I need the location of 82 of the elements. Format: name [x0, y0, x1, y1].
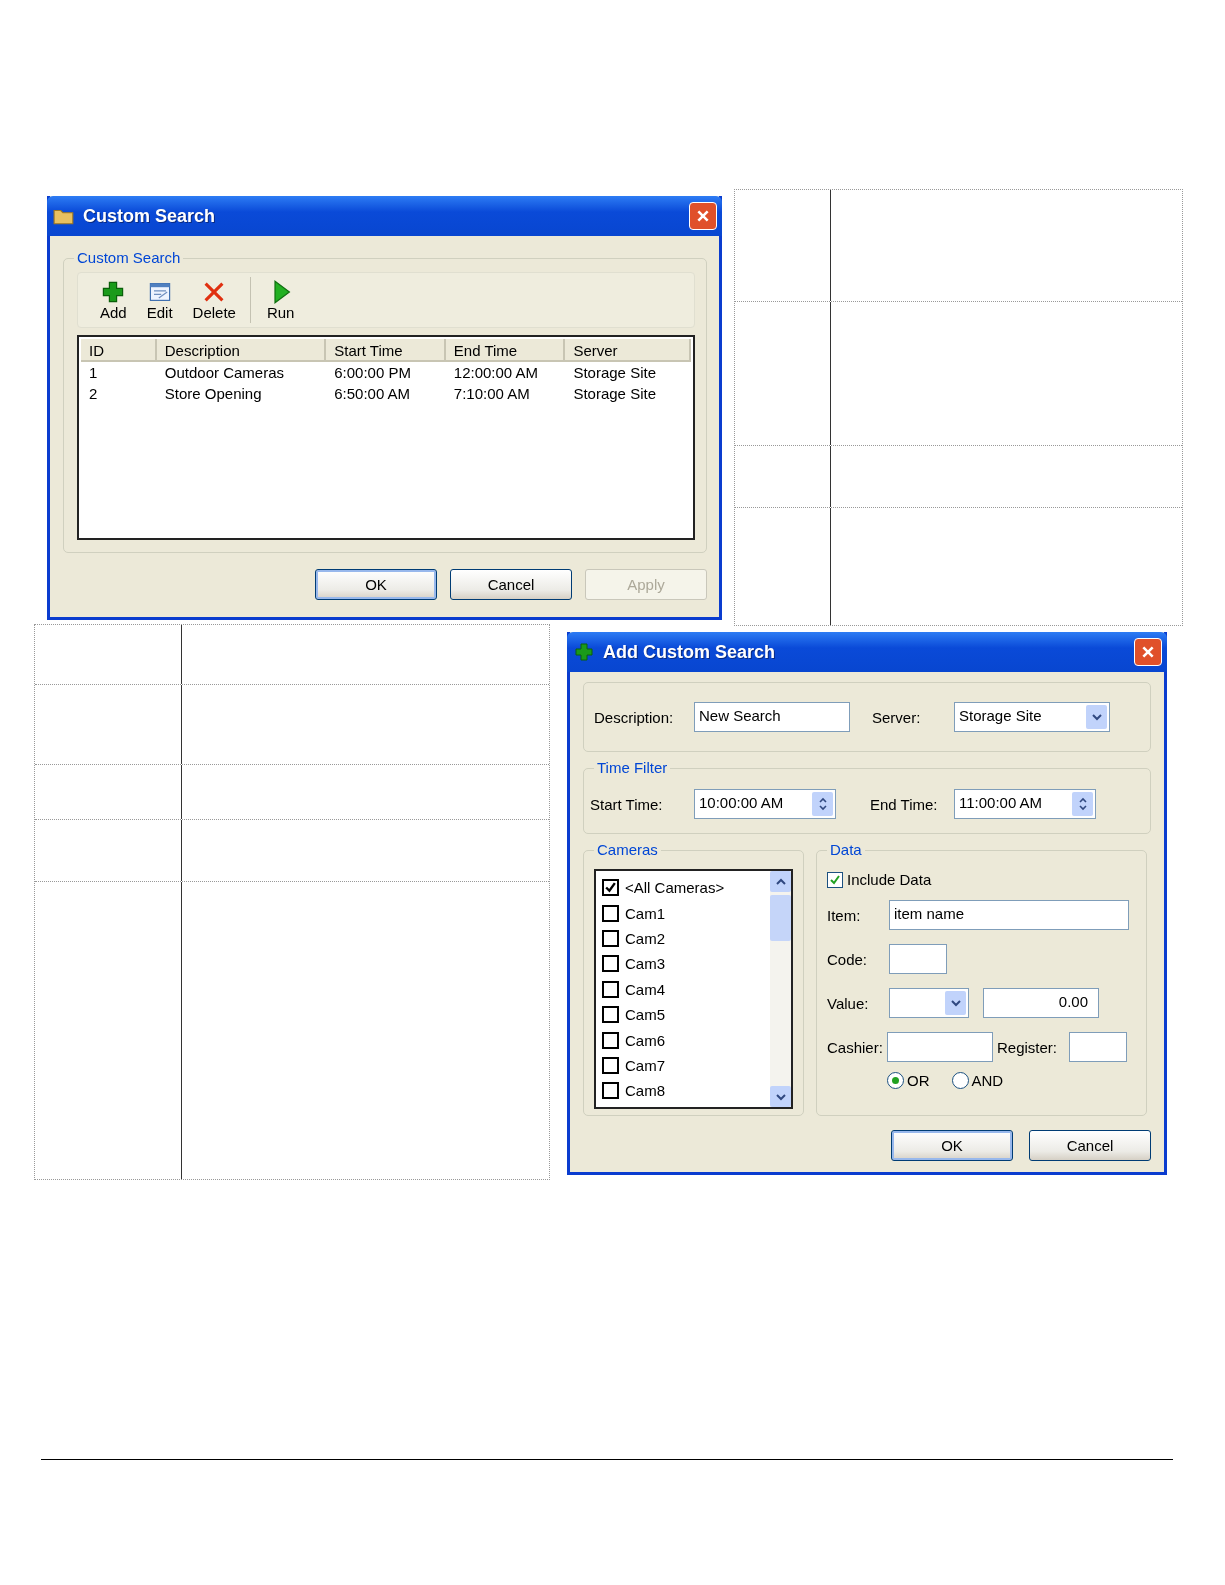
chevron-down-icon [1091, 713, 1102, 721]
chevron-down-icon [775, 1092, 786, 1101]
plus-icon [573, 642, 595, 662]
toolbar-button[interactable]: Edit [140, 279, 179, 321]
input-field[interactable] [889, 944, 947, 974]
checkbox[interactable] [602, 904, 619, 922]
input-field[interactable] [887, 1032, 993, 1062]
dialog-button[interactable]: OK [315, 569, 437, 600]
field-label: Server: [872, 708, 922, 726]
checkbox-label: Cam8 [625, 1082, 665, 1100]
field-label: Item: [827, 906, 862, 924]
checkbox[interactable] [602, 929, 619, 947]
table-cell-text: Storage Site [572, 363, 657, 383]
field-label: Code: [827, 950, 869, 968]
table-cell-text: Store Opening [163, 384, 263, 404]
checkbox-label: <All Cameras> [625, 879, 725, 897]
dialog-button[interactable]: Cancel [1029, 1130, 1151, 1161]
radio-label: OR [907, 1072, 930, 1089]
checkbox[interactable] [602, 1031, 619, 1049]
checkbox-label: Cam1 [625, 904, 665, 922]
checkbox-label: Cam2 [625, 929, 665, 947]
checkbox-label: Cam7 [625, 1056, 665, 1074]
table-cell-text: 1 [88, 363, 99, 383]
radio-label: AND [971, 1072, 1004, 1089]
column-header[interactable]: Description [156, 339, 327, 362]
column-header[interactable]: Start Time [326, 339, 446, 362]
scroll-thumb[interactable] [770, 895, 791, 941]
radio-button[interactable] [887, 1072, 904, 1089]
dropdown[interactable]: Storage Site [954, 702, 1110, 732]
toolbar-button[interactable]: Run [260, 279, 301, 321]
window-title: Custom Search [83, 205, 217, 227]
checkbox[interactable] [602, 1006, 619, 1024]
field-label: Cashier: [827, 1038, 884, 1056]
checkbox[interactable] [602, 1056, 619, 1074]
window-title: Add Custom Search [603, 641, 777, 663]
column-header[interactable]: ID [81, 339, 157, 362]
field-label: Register: [997, 1038, 1059, 1056]
dialog-button[interactable]: Cancel [450, 569, 572, 600]
column-header[interactable]: Server [565, 339, 691, 362]
dropdown[interactable] [889, 988, 969, 1018]
field-label: Description: [594, 708, 675, 726]
table-cell-text: Storage Site [572, 384, 657, 404]
field-label: Start Time: [590, 795, 664, 813]
input-field[interactable]: New Search [694, 702, 850, 732]
field-label: Value: [827, 994, 870, 1012]
checkbox[interactable] [602, 980, 619, 998]
dialog-button[interactable]: OK [891, 1130, 1013, 1161]
close-button[interactable] [689, 202, 717, 230]
checkbox-label: Cam4 [625, 980, 665, 998]
input-field[interactable]: item name [889, 900, 1129, 930]
column-header[interactable]: End Time [445, 339, 566, 362]
radio-button[interactable] [951, 1072, 969, 1089]
checkbox[interactable] [602, 955, 619, 973]
checkbox-label: Cam3 [625, 955, 665, 973]
time-field[interactable]: 10:00:00 AM [694, 789, 836, 819]
table-cell-text: 6:50:00 AM [333, 384, 412, 404]
toolbar-button[interactable]: Delete [186, 279, 242, 321]
checkbox[interactable] [827, 871, 843, 888]
checkbox-label: Include Data [847, 871, 932, 888]
toolbar-button[interactable]: Add [94, 279, 133, 321]
table-cell-text: 12:00:00 AM [452, 363, 540, 383]
close-icon [1141, 645, 1155, 659]
spin-arrows-icon [1077, 796, 1088, 812]
table-cell-text: 6:00:00 PM [333, 363, 412, 383]
input-field[interactable]: 0.00 [983, 988, 1099, 1018]
spin-arrows-icon [817, 796, 828, 812]
close-icon [696, 209, 710, 223]
table-cell-text: 2 [88, 384, 99, 404]
plus-icon [101, 279, 126, 304]
chevron-down-icon [950, 999, 961, 1007]
checkbox-label: Cam5 [625, 1006, 665, 1024]
table-cell-text: Outdoor Cameras [163, 363, 285, 383]
close-button[interactable] [1134, 638, 1162, 666]
time-field[interactable]: 11:00:00 AM [954, 789, 1096, 819]
field-label: End Time: [870, 795, 939, 813]
chevron-up-icon [775, 877, 786, 886]
input-field[interactable] [1069, 1032, 1127, 1062]
table-cell-text: 7:10:00 AM [452, 384, 531, 404]
checkbox[interactable] [602, 1082, 619, 1100]
checkbox[interactable] [602, 879, 619, 897]
scrollbar[interactable] [770, 871, 791, 1107]
checkbox-label: Cam6 [625, 1031, 665, 1049]
